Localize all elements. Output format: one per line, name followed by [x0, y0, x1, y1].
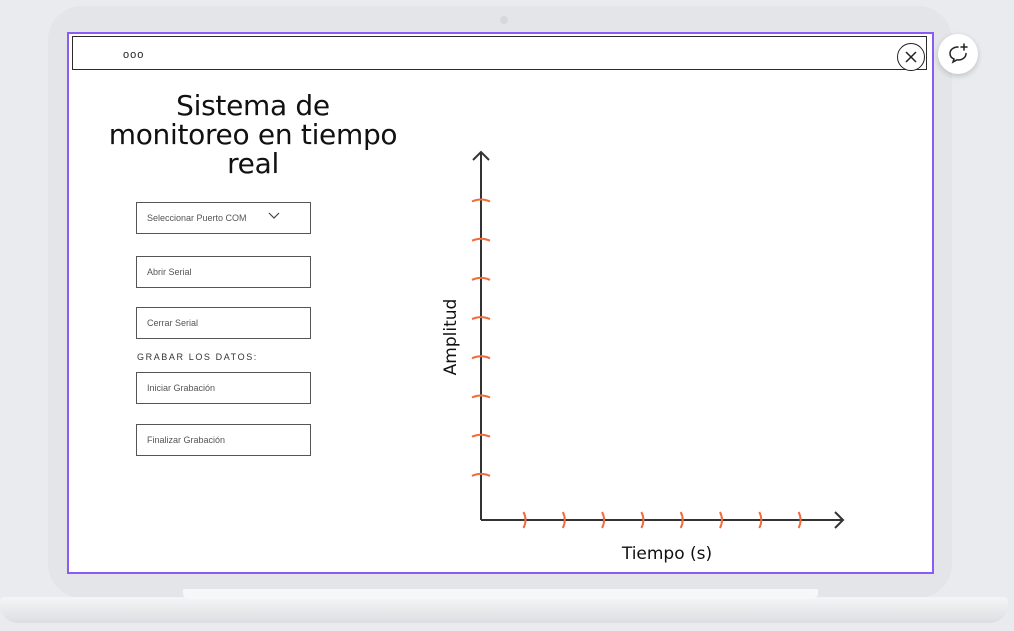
x-axis-label: Tiempo (s) [621, 544, 712, 564]
add-comment-button[interactable] [938, 34, 978, 74]
laptop-base [0, 597, 1008, 623]
amplitude-chart: Tiempo (s) Amplitud [441, 150, 845, 564]
app-screen: ooo Sistema de monitoreo en tiempo real … [67, 32, 934, 574]
laptop-notch [183, 589, 818, 599]
comment-add-icon [949, 43, 968, 64]
y-axis-label: Amplitud [441, 299, 461, 376]
chart-axes [472, 150, 845, 529]
camera-dot [500, 16, 508, 24]
